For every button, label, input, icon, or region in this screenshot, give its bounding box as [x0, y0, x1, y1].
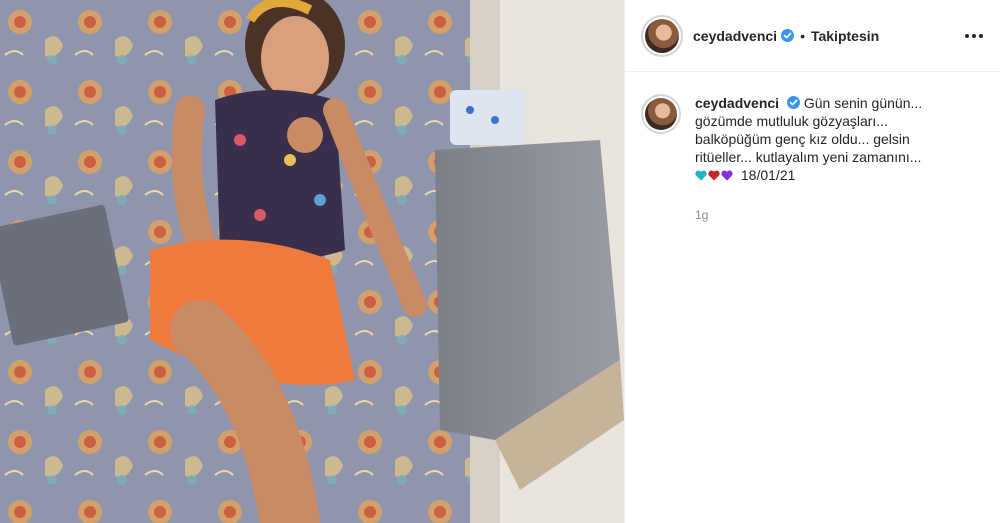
heart-emojis [695, 170, 733, 181]
post-time-ago[interactable]: 1g [695, 206, 945, 224]
caption-avatar[interactable] [641, 94, 681, 134]
post-header: ceydadvenci • Takiptesin [625, 0, 1000, 72]
verified-badge-icon [781, 29, 795, 42]
caption: ceydadvenci Gün senin günün... gözümde m… [625, 72, 1000, 224]
follow-status-button[interactable]: Takiptesin [811, 28, 879, 44]
caption-body: ceydadvenci Gün senin günün... gözümde m… [695, 94, 945, 224]
more-options-icon[interactable] [962, 24, 986, 48]
header-username[interactable]: ceydadvenci [693, 28, 777, 44]
heart-icon [695, 170, 707, 181]
heart-icon [708, 170, 720, 181]
caption-date: 18/01/21 [740, 167, 796, 183]
caption-username[interactable]: ceydadvenci [695, 95, 779, 111]
heart-icon [721, 170, 733, 181]
post-photo[interactable] [0, 0, 624, 523]
post-side-panel: ceydadvenci • Takiptesin ceydadvenci Gün… [624, 0, 1000, 523]
separator-dot: • [800, 27, 805, 44]
avatar[interactable] [641, 14, 683, 57]
verified-badge-icon [786, 96, 800, 109]
